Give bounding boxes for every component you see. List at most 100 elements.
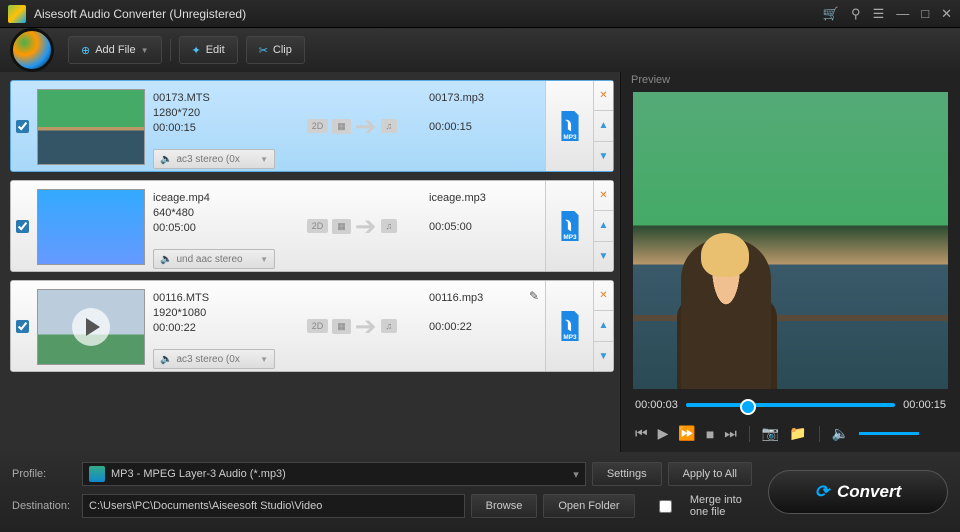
add-icon: ⊕ (81, 44, 90, 57)
badge-2d: 2D (307, 119, 329, 133)
item-audio-track: ac3 stereo (0x (176, 152, 239, 167)
move-down-button[interactable]: ▼ (594, 342, 613, 371)
arrow-right-icon: ➔ (355, 211, 377, 242)
item-meta: iceage.mp4640*48000:05:00🔈und aac stereo… (149, 181, 279, 271)
edit-label: Edit (206, 44, 225, 56)
item-output: iceage.mp300:05:00 (425, 181, 545, 271)
open-folder-button[interactable]: Open Folder (543, 494, 634, 518)
play-icon[interactable] (72, 308, 110, 346)
chevron-down-icon: ▼ (141, 46, 149, 55)
volume-slider[interactable] (859, 432, 919, 435)
merge-checkbox[interactable]: Merge into one file (645, 494, 753, 518)
destination-label: Destination: (12, 500, 76, 512)
remove-item-button[interactable]: ✕ (594, 281, 613, 311)
item-audio-select[interactable]: 🔈ac3 stereo (0x▼ (153, 149, 275, 169)
edit-button[interactable]: ✦ Edit (179, 36, 238, 64)
arrow-right-icon: ➔ (355, 311, 377, 342)
destination-value: C:\Users\PC\Documents\Aiseesoft Studio\V… (89, 500, 322, 512)
merge-checkbox-input[interactable] (645, 500, 686, 513)
item-checkbox[interactable] (16, 120, 29, 133)
snapshot-button[interactable]: 📷 (762, 425, 779, 442)
merge-label: Merge into one file (690, 494, 752, 518)
move-down-button[interactable]: ▼ (594, 242, 613, 271)
maximize-icon[interactable]: □ (921, 6, 929, 21)
add-file-label: Add File (95, 44, 135, 56)
toolbar: ⊕ Add File ▼ ✦ Edit ✂ Clip (0, 28, 960, 72)
add-file-button[interactable]: ⊕ Add File ▼ (68, 36, 162, 64)
file-item[interactable]: 00173.MTS1280*72000:00:15🔈ac3 stereo (0x… (10, 80, 614, 172)
conversion-arrow: 2D▦➔♫ (279, 81, 425, 171)
prev-button[interactable]: ⏮ (635, 425, 648, 442)
file-item[interactable]: iceage.mp4640*48000:05:00🔈und aac stereo… (10, 180, 614, 272)
destination-input[interactable]: C:\Users\PC\Documents\Aiseesoft Studio\V… (82, 494, 465, 518)
svg-text:MP3: MP3 (563, 334, 577, 341)
note-icon: ♫ (381, 119, 398, 133)
item-thumbnail[interactable] (37, 289, 145, 365)
file-list: 00173.MTS1280*72000:00:15🔈ac3 stereo (0x… (0, 72, 620, 452)
conversion-arrow: 2D▦➔♫ (279, 181, 425, 271)
stop-button[interactable]: ■ (706, 426, 714, 442)
conversion-arrow: 2D▦➔♫ (279, 281, 425, 371)
convert-button[interactable]: ⟳ Convert (768, 470, 948, 514)
divider (819, 426, 820, 442)
preview-timebar: 00:00:03 00:00:15 (621, 389, 960, 421)
fast-forward-button[interactable]: ⏩ (678, 425, 695, 442)
item-checkbox[interactable] (16, 220, 29, 233)
output-format-button[interactable]: MP3 (545, 181, 593, 271)
next-button[interactable]: ⏭ (724, 425, 737, 442)
file-item[interactable]: 00116.MTS1920*108000:00:22🔈ac3 stereo (0… (10, 280, 614, 372)
clip-button[interactable]: ✂ Clip (246, 36, 305, 64)
open-folder-button[interactable]: 📁 (789, 425, 806, 442)
preview-seek-slider[interactable] (686, 403, 895, 407)
move-up-button[interactable]: ▲ (594, 111, 613, 141)
menu-icon[interactable]: ☰ (873, 6, 885, 22)
item-audio-track: und aac stereo (176, 252, 242, 267)
film-icon: ▦ (332, 219, 351, 234)
output-format-button[interactable]: MP3 (545, 81, 593, 171)
item-thumbnail[interactable] (37, 189, 145, 265)
output-format-button[interactable]: MP3 (545, 281, 593, 371)
volume-icon[interactable]: 🔈 (832, 425, 849, 442)
key-icon[interactable]: ⚲ (851, 6, 861, 22)
item-thumbnail[interactable] (37, 89, 145, 165)
badge-2d: 2D (307, 219, 329, 233)
item-check[interactable] (11, 181, 33, 271)
profile-select[interactable]: MP3 - MPEG Layer-3 Audio (*.mp3) ▾ (82, 462, 586, 486)
close-icon[interactable]: ✕ (941, 6, 952, 22)
settings-button[interactable]: Settings (592, 462, 662, 486)
move-down-button[interactable]: ▼ (594, 142, 613, 171)
item-audio-select[interactable]: 🔈ac3 stereo (0x▼ (153, 349, 275, 369)
item-duration: 00:00:15 (153, 121, 275, 136)
item-check[interactable] (11, 81, 33, 171)
bottom-bar: Profile: MP3 - MPEG Layer-3 Audio (*.mp3… (0, 452, 960, 532)
item-audio-select[interactable]: 🔈und aac stereo▼ (153, 249, 275, 269)
item-checkbox[interactable] (16, 320, 29, 333)
convert-label: Convert (837, 482, 901, 502)
clip-icon: ✂ (259, 44, 268, 57)
item-meta: 00173.MTS1280*72000:00:15🔈ac3 stereo (0x… (149, 81, 279, 171)
item-filename: iceage.mp4 (153, 191, 275, 206)
move-up-button[interactable]: ▲ (594, 311, 613, 341)
item-check[interactable] (11, 281, 33, 371)
titlebar: Aisesoft Audio Converter (Unregistered) … (0, 0, 960, 28)
cart-icon[interactable]: 🛒 (823, 6, 839, 22)
move-up-button[interactable]: ▲ (594, 211, 613, 241)
browse-button[interactable]: Browse (471, 494, 538, 518)
output-filename: 00173.mp3 (429, 91, 541, 106)
divider (749, 426, 750, 442)
separator (170, 39, 171, 61)
app-logo-small (8, 5, 26, 23)
item-audio-track: ac3 stereo (0x (176, 352, 239, 367)
minimize-icon[interactable]: — (896, 6, 909, 21)
edit-icon[interactable]: ✎ (529, 289, 539, 304)
apply-all-button[interactable]: Apply to All (668, 462, 752, 486)
remove-item-button[interactable]: ✕ (594, 181, 613, 211)
item-output: ✎00116.mp300:00:22 (425, 281, 545, 371)
preview-label: Preview (621, 72, 960, 92)
play-button[interactable]: ▶ (658, 425, 669, 442)
chevron-down-icon: ▼ (260, 152, 268, 167)
remove-item-button[interactable]: ✕ (594, 81, 613, 111)
item-reorder: ✕▲▼ (593, 81, 613, 171)
item-resolution: 1920*1080 (153, 306, 275, 321)
item-reorder: ✕▲▼ (593, 181, 613, 271)
